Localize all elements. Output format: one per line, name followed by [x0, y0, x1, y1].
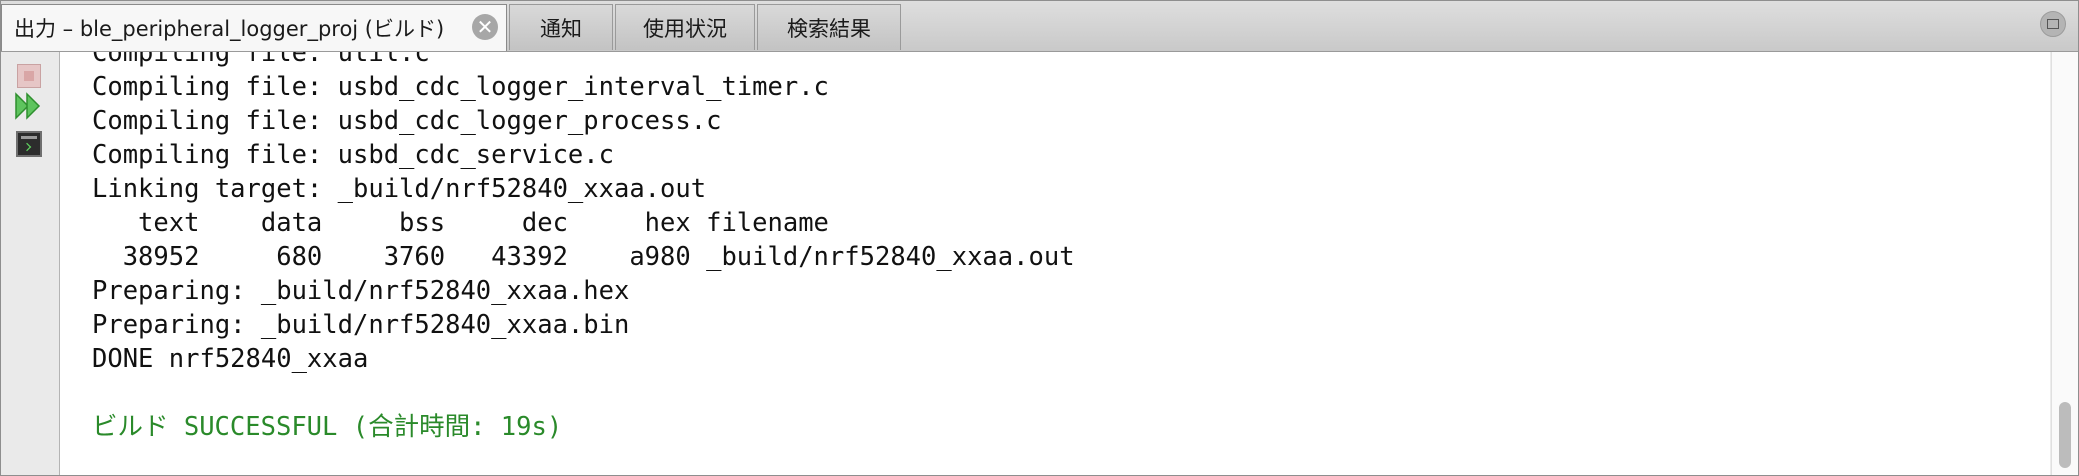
- output-text: Compiling file: util.c Compiling file: us…: [92, 52, 1075, 444]
- tab-bar: 出力 – ble_peripheral_logger_proj (ビルド) ✕ …: [1, 1, 2078, 52]
- output-line: Compiling file: usbd_cdc_logger_interval…: [92, 72, 829, 102]
- output-line: Compiling file: util.c: [92, 52, 430, 68]
- output-pane[interactable]: Compiling file: util.c Compiling file: us…: [60, 52, 2050, 475]
- close-icon[interactable]: ✕: [472, 14, 498, 40]
- tab-notifications[interactable]: 通知: [509, 4, 613, 50]
- tab-search-results-label: 検索結果: [787, 16, 871, 41]
- output-toolbar: [1, 52, 60, 475]
- scrollbar-thumb[interactable]: [2059, 402, 2071, 468]
- rerun-icon[interactable]: [14, 91, 44, 121]
- output-line: Preparing: _build/nrf52840_xxaa.bin: [92, 310, 630, 340]
- output-line: Compiling file: usbd_cdc_service.c: [92, 140, 614, 170]
- maximize-icon[interactable]: [2040, 11, 2066, 37]
- output-line: Preparing: _build/nrf52840_xxaa.hex: [92, 276, 630, 306]
- terminal-icon[interactable]: [14, 129, 44, 159]
- build-success-line: ビルド SUCCESSFUL (合計時間: 19s): [92, 412, 563, 442]
- tab-notifications-label: 通知: [540, 16, 582, 41]
- output-line: text data bss dec hex filename: [92, 208, 829, 238]
- stop-icon[interactable]: [14, 61, 44, 91]
- tab-output[interactable]: 出力 – ble_peripheral_logger_proj (ビルド) ✕: [1, 4, 507, 51]
- output-line: DONE nrf52840_xxaa: [92, 344, 369, 374]
- output-line: 38952 680 3760 43392 a980 _build/nrf5284…: [92, 242, 1075, 272]
- tab-usage[interactable]: 使用状況: [615, 4, 755, 50]
- output-window: 出力 – ble_peripheral_logger_proj (ビルド) ✕ …: [0, 0, 2079, 476]
- vertical-scrollbar[interactable]: [2051, 52, 2078, 475]
- tab-search-results[interactable]: 検索結果: [757, 4, 901, 50]
- output-line: Linking target: _build/nrf52840_xxaa.out: [92, 174, 707, 204]
- output-line: Compiling file: usbd_cdc_logger_process.…: [92, 106, 722, 136]
- tab-output-label: 出力 – ble_peripheral_logger_proj (ビルド): [14, 17, 445, 41]
- tab-usage-label: 使用状況: [643, 16, 727, 41]
